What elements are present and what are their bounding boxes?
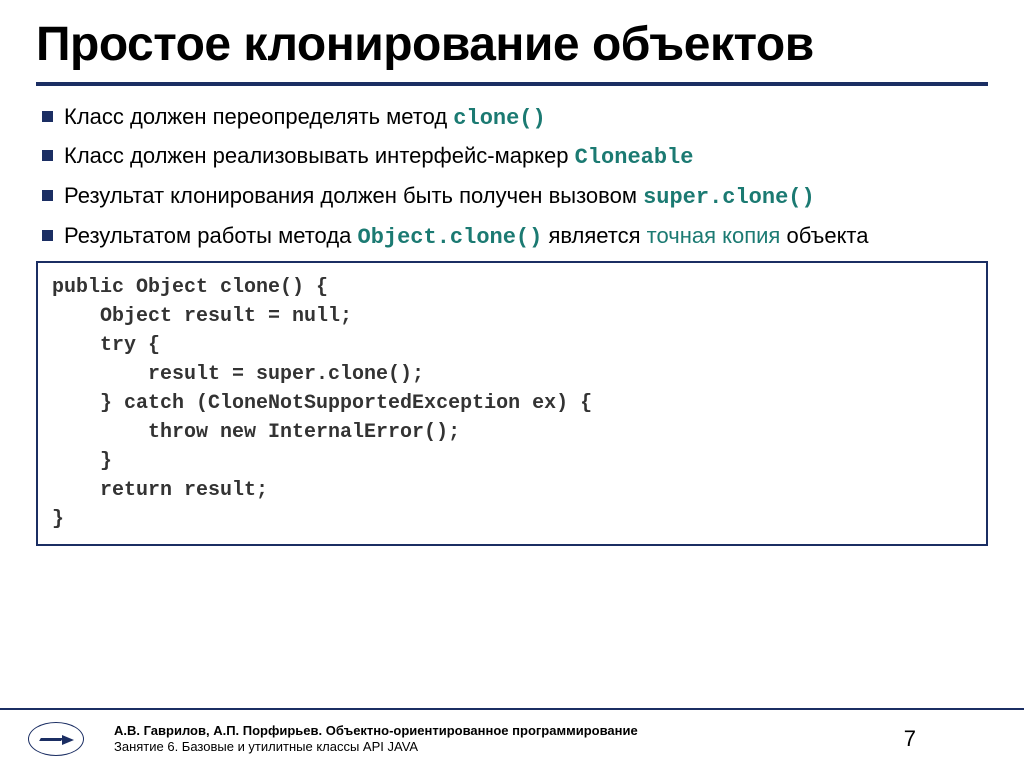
bullet-text: является [542, 223, 646, 248]
bullet-item: Класс должен реализовывать интерфейс-мар… [40, 141, 988, 173]
footer: А.В. Гаврилов, А.П. Порфирьев. Объектно-… [0, 708, 1024, 768]
bullet-item: Результатом работы метода Object.clone()… [40, 221, 988, 253]
bullet-text: Класс должен реализовывать интерфейс-мар… [64, 143, 575, 168]
inline-code: clone() [453, 106, 545, 131]
inline-code: Object.clone() [358, 225, 543, 250]
bullet-text: Результатом работы метода [64, 223, 358, 248]
slide-title: Простое клонирование объектов [36, 18, 988, 72]
inline-code: super.clone() [643, 185, 815, 210]
bullet-item: Результат клонирования должен быть получ… [40, 181, 988, 213]
bullet-text: объекта [780, 223, 868, 248]
bullet-item: Класс должен переопределять метод clone(… [40, 102, 988, 134]
logo-icon [28, 722, 84, 756]
bullet-text: Класс должен переопределять метод [64, 104, 453, 129]
footer-text: А.В. Гаврилов, А.П. Порфирьев. Объектно-… [114, 723, 884, 756]
code-block: public Object clone() { Object result = … [36, 261, 988, 546]
bullet-text: Результат клонирования должен быть получ… [64, 183, 643, 208]
slide: Простое клонирование объектов Класс долж… [0, 0, 1024, 768]
bullet-list: Класс должен переопределять метод clone(… [36, 102, 988, 253]
footer-authors: А.В. Гаврилов, А.П. Порфирьев. Объектно-… [114, 723, 884, 739]
inline-code: Cloneable [575, 145, 694, 170]
footer-lesson: Занятие 6. Базовые и утилитные классы AP… [114, 739, 884, 755]
page-number: 7 [904, 726, 916, 752]
title-divider [36, 82, 988, 86]
bullet-accent: точная копия [647, 223, 781, 248]
